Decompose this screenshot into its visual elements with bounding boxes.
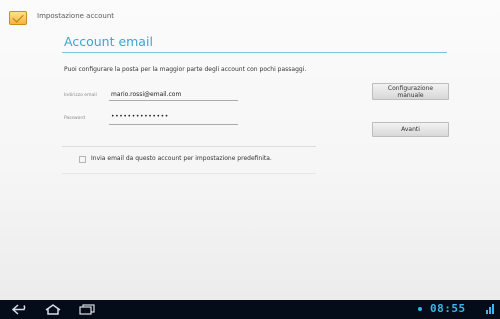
home-icon[interactable] (45, 304, 61, 315)
default-account-label: Invia email da questo account per impost… (91, 155, 272, 162)
back-icon[interactable] (12, 304, 30, 315)
next-button-label: Avanti (401, 126, 420, 133)
manual-setup-button[interactable]: Configurazione manuale (372, 83, 449, 100)
divider (62, 146, 316, 147)
screen: Impostazione account Account email Puoi … (0, 0, 500, 300)
password-field-underline (109, 124, 238, 125)
email-field-underline (109, 100, 238, 101)
default-account-checkbox[interactable] (79, 156, 86, 163)
manual-setup-label-2: manuale (397, 91, 424, 99)
recent-apps-icon[interactable] (79, 304, 95, 315)
system-navigation-bar: 08:55 (0, 300, 500, 319)
divider-bottom (62, 173, 316, 174)
page-title: Account email (64, 34, 153, 49)
password-field[interactable]: •••••••••••••• (111, 113, 169, 120)
status-icon (418, 307, 422, 311)
title-bar: Impostazione account (0, 0, 500, 34)
email-app-icon (9, 11, 27, 25)
email-label: Indirizzo email (64, 93, 97, 98)
email-field[interactable]: mario.rossi@email.com (111, 91, 181, 98)
password-label: Password (64, 116, 86, 121)
app-title: Impostazione account (37, 12, 115, 20)
clock: 08:55 (430, 302, 466, 315)
manual-setup-label-1: Configurazione (387, 84, 434, 92)
next-button[interactable]: Avanti (372, 122, 449, 137)
signal-icon (486, 304, 494, 314)
header-divider (62, 52, 447, 53)
intro-text: Puoi configurare la posta per la maggior… (64, 66, 307, 73)
